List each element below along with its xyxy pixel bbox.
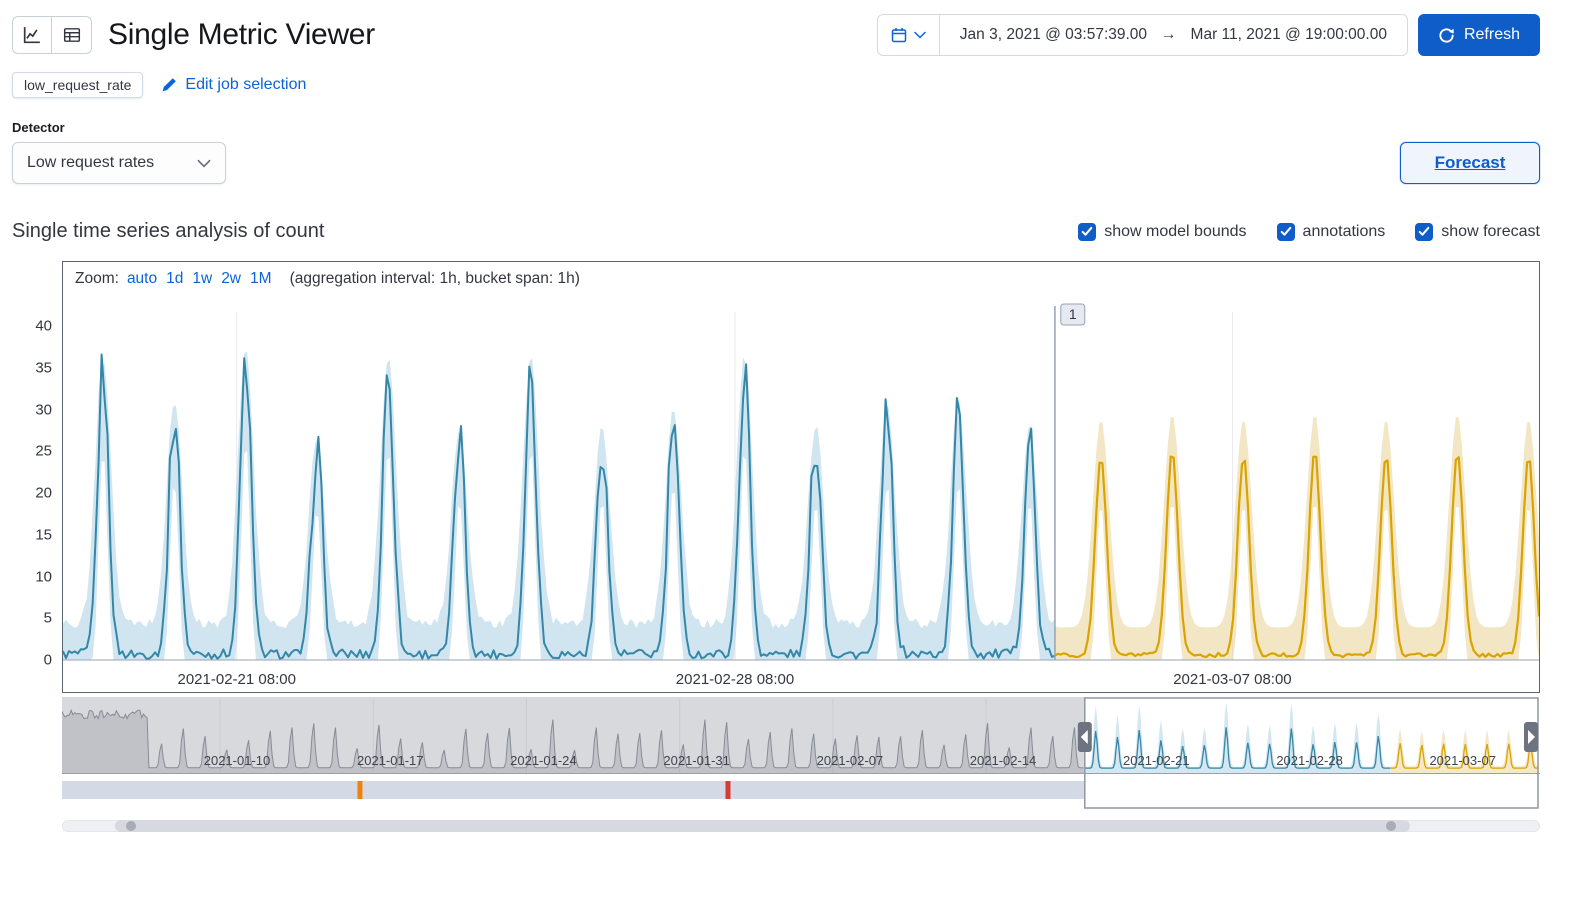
main-chart: Zoom: auto 1d 1w 2w 1M (aggregation interval… bbox=[62, 261, 1540, 693]
main-chart-canvas[interactable]: 1 2021-02-21 08:00 2021-02-28 08:00 2021-03… bbox=[63, 296, 1539, 692]
selection-handle-right[interactable] bbox=[1524, 722, 1538, 752]
y-axis-label: 10 bbox=[35, 568, 52, 585]
main-chart-section: 40 35 30 25 20 15 10 5 0 Zoom: auto 1d 1w 2w 1M (agg… bbox=[12, 261, 1540, 693]
scrollbar[interactable] bbox=[62, 819, 1540, 835]
table-icon bbox=[63, 28, 80, 42]
chevron-down-icon bbox=[914, 31, 926, 39]
navigator-x-label: 2021-02-07 bbox=[817, 753, 884, 768]
checkbox-label: show forecast bbox=[1441, 222, 1540, 240]
checkbox-annotations[interactable]: annotations bbox=[1276, 222, 1386, 241]
annotation-marker[interactable] bbox=[725, 781, 731, 799]
svg-text:1: 1 bbox=[1069, 306, 1077, 322]
checkbox-show-forecast[interactable]: show forecast bbox=[1415, 222, 1540, 241]
y-axis-label: 15 bbox=[35, 526, 52, 544]
view-toggle-group bbox=[12, 16, 92, 54]
checkbox-label: annotations bbox=[1302, 222, 1386, 240]
page-title: Single Metric Viewer bbox=[108, 18, 375, 51]
zoom-option-1d[interactable]: 1d bbox=[166, 270, 183, 288]
annotation-swimlane bbox=[62, 781, 1085, 799]
job-bar: low_request_rate Edit job selection bbox=[12, 72, 1540, 98]
selection-handle-left[interactable] bbox=[1077, 722, 1092, 752]
annotation-marker[interactable] bbox=[357, 781, 363, 799]
y-axis-label: 0 bbox=[43, 651, 52, 669]
zoom-option-2w[interactable]: 2w bbox=[221, 270, 241, 288]
detector-selected-value: Low request rates bbox=[27, 154, 155, 171]
y-axis-label: 25 bbox=[35, 442, 52, 460]
x-axis-label: 2021-02-28 08:00 bbox=[676, 671, 794, 688]
chart-view-button[interactable] bbox=[12, 16, 52, 54]
aggregation-note: (aggregation interval: 1h, bucket span: … bbox=[289, 270, 580, 287]
checkbox-checked-icon bbox=[1415, 222, 1434, 241]
navigator-x-label: 2021-01-24 bbox=[510, 753, 577, 768]
start-date[interactable]: Jan 3, 2021 @ 03:57:39.00 bbox=[960, 26, 1147, 44]
edit-job-selection-label: Edit job selection bbox=[185, 76, 307, 93]
refresh-icon bbox=[1439, 27, 1454, 43]
annotation-badge[interactable]: 1 bbox=[1060, 303, 1086, 326]
line-chart-icon bbox=[23, 27, 40, 44]
chart-option-checkboxes: show model bounds annotations show forecas… bbox=[1078, 222, 1540, 241]
refresh-label: Refresh bbox=[1463, 26, 1520, 43]
navigator-x-label: 2021-03-07 bbox=[1429, 753, 1496, 768]
end-date[interactable]: Mar 11, 2021 @ 19:00:00.00 bbox=[1191, 26, 1387, 44]
pencil-icon bbox=[163, 78, 177, 92]
navigator-x-label: 2021-02-14 bbox=[970, 753, 1037, 768]
y-axis-label: 5 bbox=[43, 609, 52, 627]
calendar-icon bbox=[891, 28, 907, 43]
y-axis: 40 35 30 25 20 15 10 5 0 bbox=[12, 261, 62, 693]
page-header: Single Metric Viewer Jan 3, 2021 @ 03:57… bbox=[12, 14, 1540, 56]
forecast-button[interactable]: Forecast bbox=[1400, 142, 1540, 184]
zoom-option-1M[interactable]: 1M bbox=[250, 270, 272, 288]
job-badge[interactable]: low_request_rate bbox=[12, 72, 144, 98]
detector-select[interactable]: Low request rates bbox=[12, 142, 226, 184]
refresh-button[interactable]: Refresh bbox=[1417, 14, 1540, 56]
zoom-option-auto[interactable]: auto bbox=[127, 270, 157, 288]
navigator-x-label: 2021-02-28 bbox=[1276, 753, 1343, 768]
analysis-title: Single time series analysis of count bbox=[12, 220, 325, 242]
detector-row: Detector Low request rates Forecast bbox=[12, 120, 1540, 184]
navigator-x-label: 2021-01-31 bbox=[663, 753, 730, 768]
y-axis-label: 35 bbox=[35, 359, 52, 377]
model-bounds-band bbox=[63, 351, 1055, 660]
forecast-bounds-band bbox=[1054, 417, 1539, 660]
chevron-down-icon bbox=[197, 159, 211, 168]
forecast-button-label: Forecast bbox=[1434, 153, 1506, 172]
checkbox-show-model-bounds[interactable]: show model bounds bbox=[1078, 222, 1247, 241]
x-axis-label: 2021-02-21 08:00 bbox=[178, 671, 296, 688]
checkbox-checked-icon bbox=[1276, 222, 1295, 241]
scrollbar-thumb[interactable] bbox=[115, 820, 1410, 832]
context-chart-canvas[interactable]: 2021-01-10 2021-01-17 2021-01-24 2021-01-31… bbox=[62, 697, 1540, 811]
actual-series-line bbox=[63, 353, 1056, 660]
scrollbar-handle-right[interactable] bbox=[1385, 821, 1396, 831]
x-axis-label: 2021-03-07 08:00 bbox=[1173, 671, 1291, 688]
context-chart: 2021-01-10 2021-01-17 2021-01-24 2021-01-31… bbox=[62, 697, 1540, 811]
single-metric-viewer-page: Single Metric Viewer Jan 3, 2021 @ 03:57… bbox=[0, 0, 1584, 835]
navigator-x-label: 2021-01-10 bbox=[204, 753, 270, 768]
y-axis-label: 40 bbox=[35, 317, 52, 335]
zoom-bar: Zoom: auto 1d 1w 2w 1M (aggregation interval… bbox=[63, 262, 1539, 296]
navigator-x-label: 2021-01-17 bbox=[357, 753, 424, 768]
y-axis-label: 20 bbox=[35, 484, 52, 502]
checkbox-checked-icon bbox=[1078, 222, 1097, 241]
navigator-x-label: 2021-02-21 bbox=[1123, 753, 1190, 768]
date-picker[interactable]: Jan 3, 2021 @ 03:57:39.00 → Mar 11, 2021… bbox=[876, 14, 1408, 56]
zoom-options: auto 1d 1w 2w 1M bbox=[127, 270, 272, 288]
zoom-option-1w[interactable]: 1w bbox=[192, 270, 212, 288]
range-arrow-icon: → bbox=[1161, 26, 1177, 43]
table-view-button[interactable] bbox=[52, 16, 92, 54]
zoom-label: Zoom: bbox=[75, 270, 119, 287]
scrollbar-handle-left[interactable] bbox=[126, 821, 137, 831]
y-axis-label: 30 bbox=[35, 401, 52, 418]
detector-label: Detector bbox=[12, 120, 65, 135]
checkbox-label: show model bounds bbox=[1104, 222, 1247, 240]
calendar-button[interactable] bbox=[878, 15, 940, 55]
date-range: Jan 3, 2021 @ 03:57:39.00 → Mar 11, 2021… bbox=[940, 26, 1407, 44]
analysis-header-row: Single time series analysis of count sho… bbox=[12, 220, 1540, 243]
edit-job-selection-link[interactable]: Edit job selection bbox=[161, 76, 306, 94]
